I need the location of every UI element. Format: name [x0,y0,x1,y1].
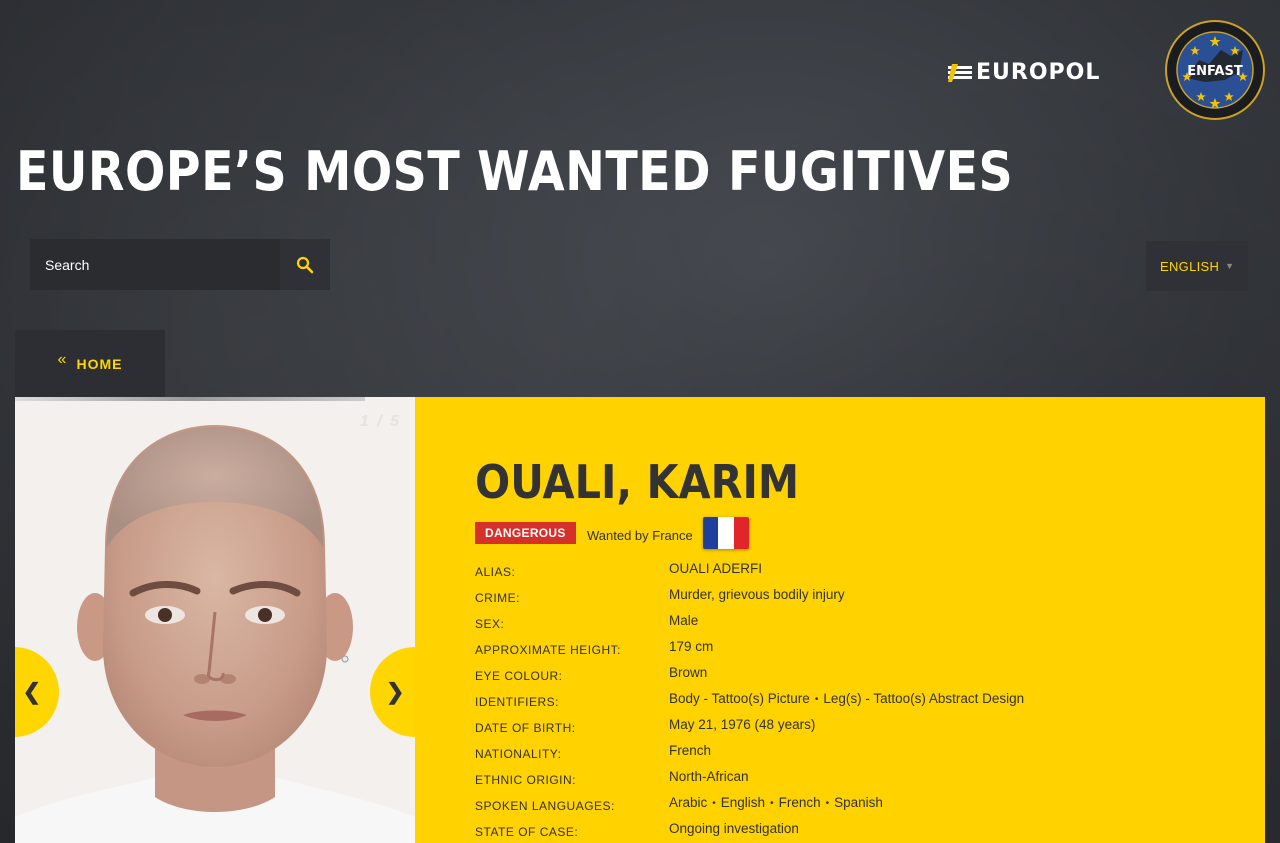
home-button[interactable]: « HOME [15,330,165,397]
fact-value: Murder, grievous bodily injury [669,587,845,602]
fact-row: STATE OF CASE: Ongoing investigation [475,821,1235,843]
fact-value-item: Body - Tattoo(s) Picture [669,691,810,706]
fact-value-item: 179 cm [669,639,714,654]
fact-value-item: North-African [669,769,749,784]
fact-row: DATE OF BIRTH: May 21, 1976 (48 years) [475,717,1235,743]
fact-row: NATIONALITY: French [475,743,1235,769]
language-select[interactable]: ENGLISH ▼ [1146,241,1248,291]
flag-blue-stripe [703,517,719,549]
fact-value: OUALI ADERFI [669,561,762,576]
fact-row: SEX: Male [475,613,1235,639]
fact-row: SPOKEN LANGUAGES: Arabic • English • French • S… [475,795,1235,821]
fact-row: EYE COLOUR: Brown [475,665,1235,691]
chevron-right-icon: ❯ [386,679,405,704]
enfast-logo-text: ENFAST [1187,64,1243,79]
bullet-separator: • [825,798,830,809]
fact-value: Ongoing investigation [669,821,799,836]
search-box [30,239,330,290]
search-input[interactable] [30,239,280,290]
fact-label: DATE OF BIRTH: [475,721,576,735]
fact-label: ETHNIC ORIGIN: [475,773,577,787]
wanted-by-text: Wanted by France [587,528,693,543]
europol-logo[interactable]: EUROPOL [948,60,1100,85]
fact-row: ALIAS: OUALI ADERFI [475,561,1235,587]
fact-value: Brown [669,665,707,680]
fact-value: French [669,743,711,758]
fact-label: STATE OF CASE: [475,825,579,839]
fact-value-item: OUALI ADERFI [669,561,763,576]
fact-value-item: French [669,743,712,758]
fact-value-item: English [720,795,766,810]
fact-value-item: French [778,795,821,810]
triangle-down-icon: ▼ [1225,261,1234,271]
fact-value-item: Ongoing investigation [669,821,799,836]
fact-row: CRIME: Murder, grievous bodily injury [475,587,1235,613]
fugitive-details: OUALI, KARIM DANGEROUS Wanted by France … [415,397,1265,843]
fact-value: North-African [669,769,749,784]
fact-value: Arabic • English • French • Spanish [669,795,883,810]
search-button[interactable] [280,239,330,290]
fugitive-name: OUALI, KARIM [475,455,800,509]
fact-row: APPROXIMATE HEIGHT: 179 cm [475,639,1235,665]
fact-label: IDENTIFIERS: [475,695,560,709]
enfast-logo[interactable]: ENFAST [1165,20,1265,120]
fact-row: IDENTIFIERS: Body - Tattoo(s) Picture • Leg… [475,691,1235,717]
photo-gallery: 1 / 5 ❮ ❯ [15,397,415,843]
fact-label: NATIONALITY: [475,747,562,761]
fact-row: ETHNIC ORIGIN: North-African [475,769,1235,795]
page-title: EUROPE’S MOST WANTED FUGITIVES [16,140,1014,203]
language-selected-label: ENGLISH [1160,258,1220,274]
search-icon [296,256,314,273]
fact-value-item: Spanish [834,795,883,810]
fact-value-item: Murder, grievous bodily injury [669,587,845,602]
fact-label: ALIAS: [475,565,516,579]
fact-label: CRIME: [475,591,520,605]
fact-label: APPROXIMATE HEIGHT: [475,643,621,657]
enfast-emblem-icon: ENFAST [1165,20,1265,120]
bullet-separator: • [770,798,774,809]
fact-value-item: Brown [669,665,708,680]
france-flag-icon [703,517,749,549]
fact-label: SPOKEN LANGUAGES: [475,799,615,813]
bullet-separator: • [814,694,819,705]
fact-value: Body - Tattoo(s) Picture • Leg(s) - Tattoo… [669,691,1024,706]
europol-logo-text: EUROPOL [976,60,1101,85]
photo-counter: 1 / 5 [359,413,401,430]
photo-divider [15,397,365,401]
fact-value-item: Male [669,613,699,628]
double-chevron-left-icon: « [57,350,67,368]
fact-value: Male [669,613,698,628]
dangerous-badge: DANGEROUS [475,522,576,544]
fact-value-item: May 21, 1976 (48 years) [669,717,816,732]
europol-stripes-icon [948,63,972,82]
fact-value: 179 cm [669,639,713,654]
chevron-left-icon: ❮ [22,679,41,704]
fact-list: ALIAS: OUALI ADERFI CRIME: Murder, grievous… [475,561,1235,843]
fact-label: EYE COLOUR: [475,669,563,683]
fact-value-item: Arabic [669,795,708,810]
home-label: HOME [76,355,123,372]
fact-value: May 21, 1976 (48 years) [669,717,815,732]
bullet-separator: • [712,798,716,809]
fugitive-photo [15,397,415,843]
fact-value-item: Leg(s) - Tattoo(s) Abstract Design [823,691,1025,706]
flag-white-stripe [718,517,734,549]
flag-red-stripe [733,517,749,549]
fact-label: SEX: [475,617,505,631]
